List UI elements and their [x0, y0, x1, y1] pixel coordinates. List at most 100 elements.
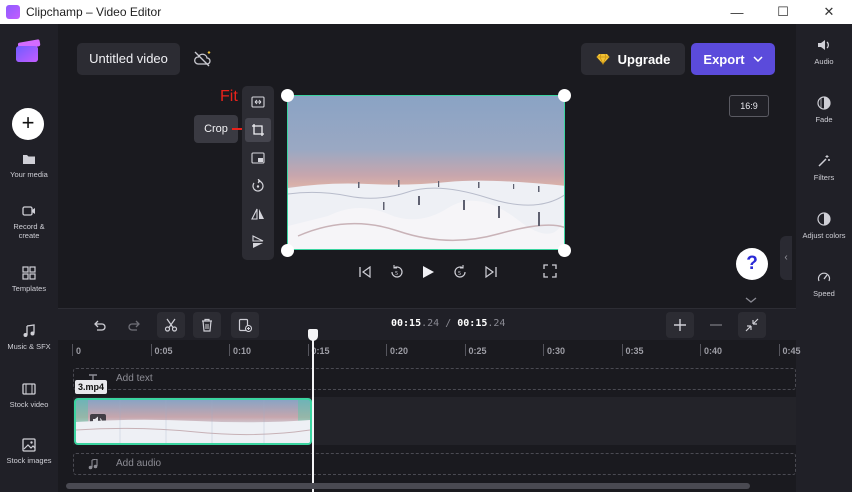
close-button[interactable]: ✕ [806, 0, 852, 24]
video-preview[interactable] [287, 95, 565, 250]
export-label: Export [703, 51, 745, 67]
split-button[interactable] [157, 312, 185, 338]
sidebar-item-templates[interactable]: Templates [0, 266, 58, 293]
rightbar-item-adjust-colors[interactable]: Adjust colors [796, 212, 852, 240]
templates-icon [22, 266, 36, 280]
current-time-frames: .24 [421, 318, 440, 329]
crop-icon [252, 124, 264, 136]
film-icon [22, 383, 36, 395]
fullscreen-icon[interactable] [543, 264, 557, 278]
resize-handle-bottom-left[interactable] [281, 244, 294, 257]
add-text-label: Add text [116, 373, 153, 384]
folder-icon [23, 155, 35, 164]
clip-name-label: 3.mp4 [75, 380, 108, 394]
picture-in-picture-button[interactable] [245, 146, 271, 170]
rightbar-item-speed[interactable]: Speed [796, 270, 852, 298]
zoom-in-button[interactable] [666, 312, 694, 338]
svg-text:5: 5 [458, 271, 461, 277]
audio-track[interactable]: Add audio [73, 453, 796, 475]
help-button[interactable]: ? [736, 248, 768, 280]
fade-icon [817, 96, 831, 110]
resize-handle-top-right[interactable] [558, 89, 571, 102]
sidebar-item-stock-video[interactable]: Stock video [0, 382, 58, 409]
plus-icon [674, 319, 686, 331]
video-clip[interactable] [74, 398, 312, 445]
rightbar-item-label: Speed [813, 289, 835, 298]
camera-icon [22, 206, 35, 216]
text-track[interactable]: Add text [73, 368, 796, 390]
sidebar-item-music-sfx[interactable]: Music & SFX [0, 324, 58, 351]
redo-icon [128, 320, 140, 331]
fit-timeline-button[interactable] [738, 312, 766, 338]
left-sidebar: + Your media Record & create Templates M… [0, 24, 58, 492]
resize-handle-bottom-right[interactable] [558, 244, 571, 257]
ruler-tick-label: 0:15 [311, 346, 330, 356]
minus-icon [710, 324, 722, 326]
skip-to-end-icon[interactable] [484, 266, 498, 278]
minimize-button[interactable]: — [714, 0, 760, 24]
export-button[interactable]: Export [691, 43, 775, 75]
trash-icon [202, 318, 212, 332]
collapse-right-panel-button[interactable]: ‹ [780, 236, 792, 280]
ruler-tick-label: 0 [76, 346, 82, 356]
playback-controls: 5 5 [358, 262, 498, 282]
sidebar-item-stock-images[interactable]: Stock images [0, 438, 58, 465]
chevron-down-icon[interactable] [744, 296, 758, 304]
playhead[interactable] [312, 330, 314, 492]
time-ruler[interactable]: 0 0:05 0:10 0:15 0:20 0:25 0:30 0:35 0:40 0:45 [58, 340, 801, 362]
add-to-media-button[interactable] [231, 312, 259, 338]
diamond-icon [596, 53, 610, 65]
clipchamp-app-icon [6, 5, 20, 19]
current-time: 00:15 [391, 318, 422, 329]
rightbar-item-label: Audio [814, 57, 834, 66]
rewind-5s-icon[interactable]: 5 [390, 265, 404, 279]
flip-horizontal-button[interactable] [245, 202, 271, 226]
music-note-icon [88, 459, 98, 470]
upgrade-button[interactable]: Upgrade [581, 43, 685, 75]
rightbar-item-fade[interactable]: Fade [796, 96, 852, 124]
aspect-ratio-button[interactable]: 16:9 [729, 95, 769, 117]
flip-vertical-button[interactable] [245, 230, 271, 254]
sidebar-item-record-create[interactable]: Record & create [0, 204, 58, 240]
ruler-tick-label: 0:40 [704, 346, 723, 356]
zoom-out-button[interactable] [702, 312, 730, 338]
image-icon [22, 438, 36, 452]
forward-5s-icon[interactable]: 5 [453, 265, 467, 279]
maximize-button[interactable]: ☐ [760, 0, 806, 24]
ruler-tick-label: 0:10 [233, 346, 252, 356]
resize-handle-top-left[interactable] [281, 89, 294, 102]
skip-to-start-icon[interactable] [358, 266, 372, 278]
project-title-input[interactable]: Untitled video [77, 43, 180, 75]
crop-button[interactable] [245, 118, 271, 142]
rightbar-item-audio[interactable]: Audio [796, 38, 852, 66]
music-icon [23, 324, 35, 337]
rightbar-item-label: Adjust colors [802, 231, 846, 240]
snow-landscape-image [288, 180, 564, 249]
play-icon[interactable] [421, 265, 435, 279]
window-title: Clipchamp – Video Editor [26, 5, 162, 19]
timeline-horizontal-scrollbar[interactable] [66, 483, 750, 489]
svg-text:5: 5 [395, 271, 398, 277]
ruler-tick-label: 0:35 [625, 346, 644, 356]
ruler-tick-mark [621, 344, 623, 356]
rightbar-item-filters[interactable]: Filters [796, 154, 852, 182]
playhead-handle[interactable] [308, 329, 318, 341]
rotate-button[interactable] [245, 174, 271, 198]
add-media-button[interactable]: + [12, 108, 44, 140]
scissors-icon [164, 318, 178, 332]
sidebar-item-label: Your media [10, 170, 48, 179]
ruler-tick-label: 0:25 [468, 346, 487, 356]
sidebar-item-label: Music & SFX [7, 342, 51, 351]
rotate-icon [252, 179, 264, 192]
fit-icon [251, 96, 265, 108]
redo-button[interactable] [121, 312, 149, 338]
undo-button[interactable] [85, 312, 113, 338]
delete-button[interactable] [193, 312, 221, 338]
sidebar-item-your-media[interactable]: Your media [0, 152, 58, 179]
ruler-tick-mark [543, 344, 544, 356]
ruler-tick-mark [464, 344, 466, 356]
upgrade-label: Upgrade [617, 51, 671, 67]
cloud-off-premium-icon[interactable] [193, 50, 213, 68]
ruler-tick-mark [307, 344, 309, 356]
fit-button[interactable] [245, 90, 271, 114]
